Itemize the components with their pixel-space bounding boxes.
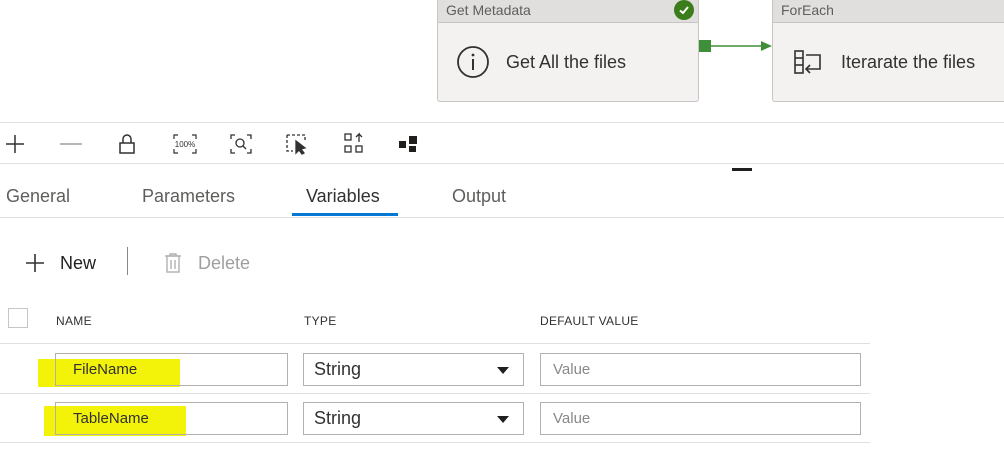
- active-tab-indicator: [292, 213, 398, 216]
- activity-body[interactable]: Iterarate the files: [773, 23, 1004, 101]
- delete-button-label: Delete: [198, 252, 251, 273]
- chevron-down-icon: [497, 416, 509, 423]
- auto-align-icon[interactable]: [341, 131, 367, 157]
- activity-type-text: Get Metadata: [446, 2, 531, 18]
- new-button-label: New: [60, 252, 97, 273]
- zoom-100-label: 100%: [175, 140, 195, 149]
- chevron-down-icon: [497, 367, 509, 374]
- select-icon[interactable]: [284, 131, 310, 157]
- activity-foreach[interactable]: ForEach Iterarate the files: [772, 0, 1004, 102]
- success-connector-arrow[interactable]: [699, 40, 773, 52]
- column-header-default-value[interactable]: DEFAULT VALUE: [540, 314, 639, 328]
- variable-type-select[interactable]: String: [303, 402, 524, 435]
- foreach-icon: [791, 45, 825, 79]
- activity-type-text: ForEach: [781, 2, 834, 18]
- default-value-input[interactable]: Value: [540, 402, 861, 435]
- variable-type-select[interactable]: String: [303, 353, 524, 386]
- tab-parameters[interactable]: Parameters: [142, 186, 235, 207]
- table-row: FileName String Value: [0, 345, 870, 394]
- tab-output[interactable]: Output: [452, 186, 506, 207]
- lock-icon[interactable]: [114, 131, 140, 157]
- tab-variables[interactable]: Variables: [306, 186, 380, 207]
- zoom-in-icon[interactable]: [2, 131, 28, 157]
- default-value-input[interactable]: Value: [540, 353, 861, 386]
- activity-type-label: Get Metadata: [438, 0, 698, 23]
- info-icon: [456, 45, 490, 79]
- add-icon: [22, 250, 48, 276]
- tab-general[interactable]: General: [6, 186, 70, 207]
- zoom-out-icon[interactable]: [58, 131, 84, 157]
- activity-type-label: ForEach: [773, 0, 1004, 23]
- activity-name: Iterarate the files: [841, 51, 976, 72]
- activity-name: Get All the files: [506, 51, 627, 72]
- zoom-fit-icon[interactable]: [228, 131, 254, 157]
- command-divider: [127, 247, 128, 275]
- table-row: TableName String Value: [0, 394, 870, 443]
- column-header-name[interactable]: NAME: [56, 314, 92, 328]
- delete-variable-button[interactable]: Delete: [160, 250, 250, 276]
- new-variable-button[interactable]: New: [22, 250, 96, 276]
- properties-tabs: General Parameters Variables Output: [0, 164, 1004, 218]
- variable-name-input[interactable]: FileName: [55, 353, 288, 386]
- select-all-checkbox[interactable]: [8, 308, 28, 328]
- variable-type-value: String: [314, 408, 362, 428]
- canvas-toolbar: 100%: [0, 122, 1004, 164]
- activity-get-metadata[interactable]: Get Metadata Get All the files: [437, 0, 699, 102]
- variable-type-value: String: [314, 359, 362, 379]
- trash-icon: [160, 250, 186, 276]
- variables-grid-header: NAME TYPE DEFAULT VALUE: [0, 300, 870, 344]
- zoom-100-icon[interactable]: 100%: [172, 131, 198, 157]
- layout-icon[interactable]: [397, 131, 423, 157]
- column-header-type[interactable]: TYPE: [304, 314, 337, 328]
- success-check-icon: [674, 0, 694, 20]
- activity-body[interactable]: Get All the files: [438, 23, 698, 101]
- variable-name-input[interactable]: TableName: [55, 402, 288, 435]
